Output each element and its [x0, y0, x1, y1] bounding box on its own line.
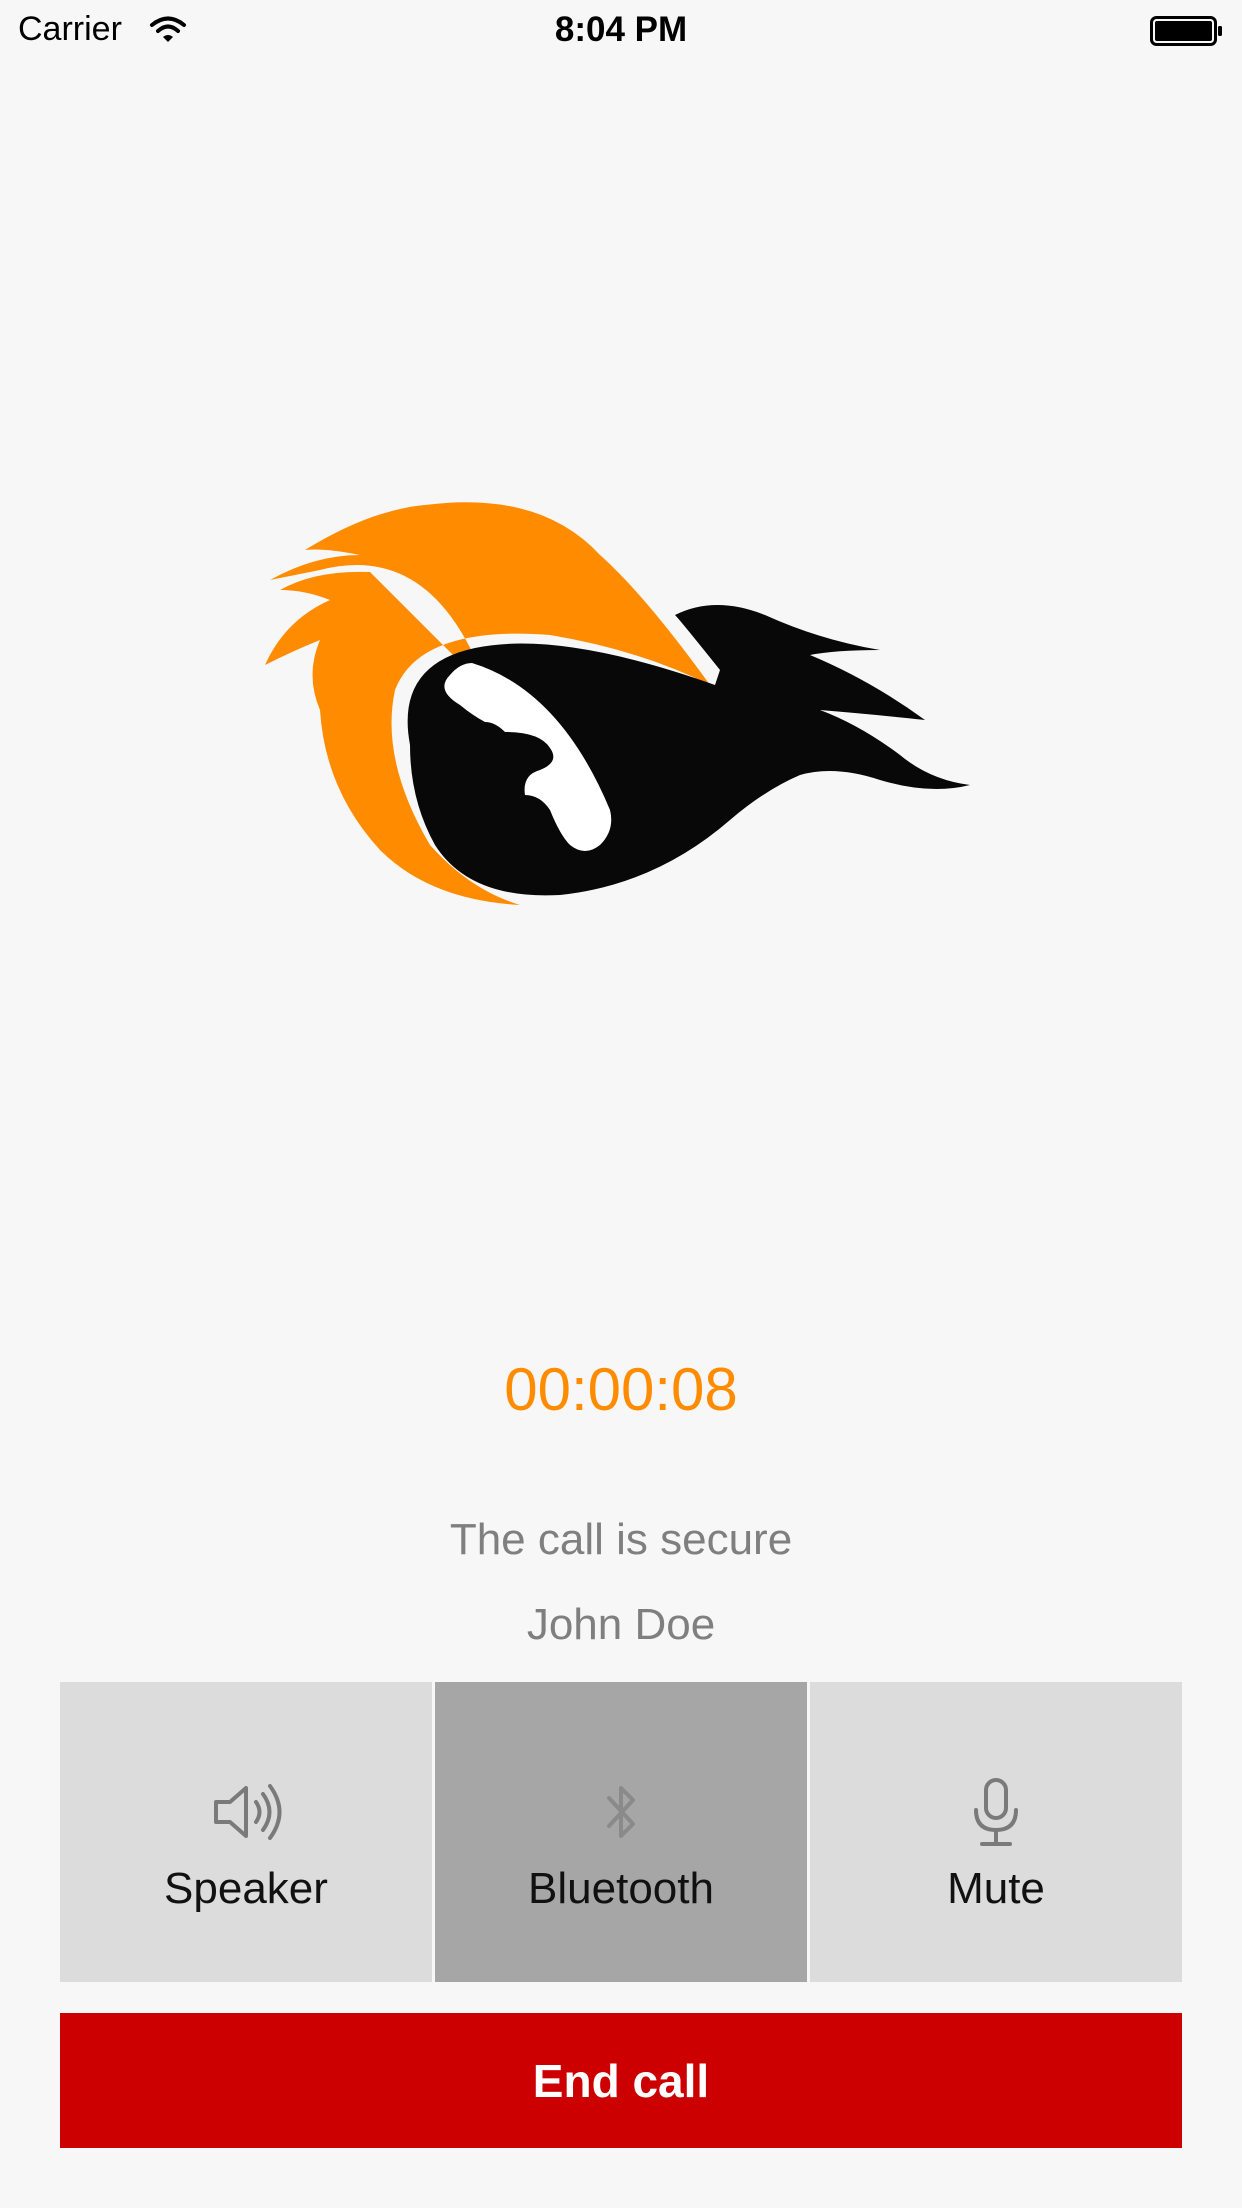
- call-timer: 00:00:08: [504, 1356, 738, 1423]
- logo-body: [407, 605, 970, 896]
- status-bar: Carrier 8:04 PM: [0, 0, 1242, 60]
- mute-button[interactable]: Mute: [810, 1682, 1182, 1982]
- caller-name: John Doe: [526, 1600, 716, 1649]
- microphone-icon: [974, 1778, 1018, 1846]
- bluetooth-label: Bluetooth: [528, 1864, 714, 1913]
- bluetooth-icon: [607, 1786, 635, 1838]
- speaker-button[interactable]: Speaker: [60, 1682, 432, 1982]
- speaker-icon: [214, 1784, 282, 1840]
- battery-icon: [1150, 16, 1222, 46]
- security-status: The call is secure: [449, 1515, 793, 1564]
- call-controls: Speaker Bluetooth Mute: [60, 1682, 1182, 1982]
- clock: 8:04 PM: [554, 10, 688, 49]
- flaming-phone-logo: [265, 502, 970, 905]
- speaker-label: Speaker: [164, 1864, 328, 1913]
- mute-label: Mute: [947, 1864, 1045, 1913]
- end-call-button[interactable]: End call: [60, 2013, 1182, 2148]
- bluetooth-button[interactable]: Bluetooth: [435, 1682, 807, 1982]
